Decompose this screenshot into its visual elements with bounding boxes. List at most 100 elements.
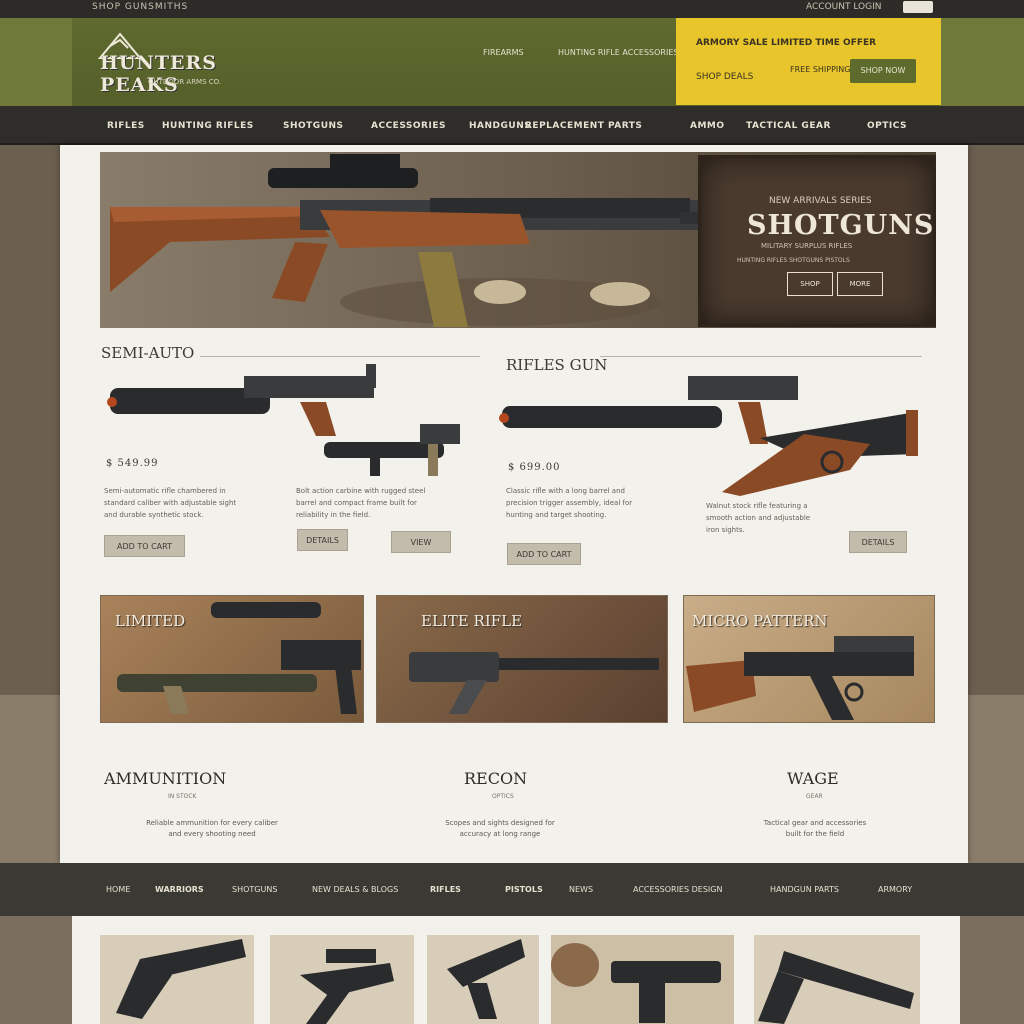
logo-tagline: OUTDOOR ARMS CO. <box>148 78 222 86</box>
category-tile-limited[interactable]: LIMITED <box>100 595 364 723</box>
hero-title: SHOTGUNS <box>747 210 935 241</box>
details-button-right[interactable]: DETAILS <box>849 531 907 553</box>
desc-line: barrel and compact frame built for <box>296 499 417 507</box>
product-description-left-a: Semi-automatic rifle chambered in standa… <box>104 485 236 521</box>
nav-item-shotguns[interactable]: SHOTGUNS <box>283 121 344 131</box>
feature-desc-recon: Scopes and sights designed for accuracy … <box>408 818 592 840</box>
footer-link-warriors[interactable]: WARRIORS <box>155 885 204 894</box>
feature-sub-ammunition: IN STOCK <box>168 793 197 800</box>
product-rifle-image-4[interactable] <box>720 408 920 500</box>
promo-banner: ARMORY SALE LIMITED TIME OFFER SHOP DEAL… <box>676 18 941 105</box>
desc-line: reliability in the field. <box>296 511 371 519</box>
feature-desc-ammunition: Reliable ammunition for every caliber an… <box>104 818 320 840</box>
feature-desc-wage: Tactical gear and accessories built for … <box>712 818 918 840</box>
product-description-right-b: Walnut stock rifle featuring a smooth ac… <box>706 500 810 536</box>
desc-line: Bolt action carbine with rugged steel <box>296 487 426 495</box>
thumbnail-handgun-4[interactable] <box>551 935 734 1024</box>
tile-label: LIMITED <box>115 612 186 630</box>
footer-link-handgun-parts[interactable]: HANDGUN PARTS <box>770 885 839 894</box>
hero-kicker: NEW ARRIVALS SERIES <box>769 196 872 206</box>
desc-line: iron sights. <box>706 526 745 534</box>
thumbnail-handgun-3[interactable] <box>427 935 539 1024</box>
desc-line: built for the field <box>785 830 845 838</box>
feature-title-wage: WAGE <box>787 769 839 788</box>
footer-link-news[interactable]: NEWS <box>569 885 593 894</box>
desc-line: and durable synthetic stock. <box>104 511 204 519</box>
hero-shop-button[interactable]: SHOP <box>787 272 833 296</box>
section-divider-right <box>600 356 922 357</box>
hero-sign: NEW ARRIVALS SERIES SHOTGUNS MILITARY SU… <box>698 155 936 327</box>
hero-subtext: HUNTING RIFLES SHOTGUNS PISTOLS <box>737 257 850 264</box>
handgun-image <box>758 951 914 1024</box>
desc-line: standard caliber with adjustable sight <box>104 499 237 507</box>
footer-link-pistols[interactable]: PISTOLS <box>505 885 543 894</box>
desc-line: Reliable ammunition for every caliber <box>146 819 278 827</box>
desc-line: Classic rifle with a long barrel and <box>506 487 625 495</box>
site-logo[interactable]: HUNTERS PEAKS OUTDOOR ARMS CO. <box>96 30 276 96</box>
add-to-cart-button-right[interactable]: ADD TO CART <box>507 543 581 565</box>
footer-link-armory[interactable]: ARMORY <box>878 885 912 894</box>
footer-link-accessories-design[interactable]: ACCESSORIES DESIGN <box>633 885 722 894</box>
main-nav: RIFLES HUNTING RIFLES SHOTGUNS ACCESSORI… <box>0 106 1024 145</box>
feature-sub-recon: OPTICS <box>492 793 514 800</box>
product-price-left: $ 549.99 <box>106 458 159 469</box>
nav-item-accessories[interactable]: ACCESSORIES <box>371 121 446 131</box>
feature-sub-wage: GEAR <box>806 793 823 800</box>
details-button-left[interactable]: DETAILS <box>297 529 348 551</box>
category-tile-elite-rifle[interactable]: ELITE RIFLE <box>376 595 668 723</box>
nav-item-replacement-parts[interactable]: REPLACEMENT PARTS <box>525 121 642 131</box>
header-link-accessories[interactable]: HUNTING RIFLE ACCESSORIES <box>558 48 678 57</box>
promo-headline: ARMORY SALE LIMITED TIME OFFER <box>696 38 877 48</box>
desc-line: precision trigger assembly, ideal for <box>506 499 633 507</box>
desc-line: Scopes and sights designed for <box>445 819 555 827</box>
nav-item-hunting-rifles[interactable]: HUNTING RIFLES <box>162 121 254 131</box>
desc-line: Tactical gear and accessories <box>763 819 867 827</box>
product-rifle-image-2[interactable] <box>320 414 470 480</box>
nav-item-optics[interactable]: OPTICS <box>867 121 907 131</box>
handgun-image <box>300 949 394 1024</box>
promo-offer: FREE SHIPPING <box>790 65 851 74</box>
thumbnail-handgun-1[interactable] <box>100 935 254 1024</box>
desc-line: accuracy at long range <box>459 830 541 838</box>
footer-link-deals-blogs[interactable]: NEW DEALS & BLOGS <box>312 885 398 894</box>
promo-shop-button[interactable]: SHOP NOW <box>850 59 916 83</box>
section-divider-left <box>200 356 480 357</box>
promo-subtext: SHOP DEALS <box>696 72 754 82</box>
thumbnail-handgun-5[interactable] <box>754 935 920 1024</box>
handgun-image <box>447 939 525 1019</box>
desc-line: and every shooting need <box>168 830 256 838</box>
cart-icon[interactable] <box>903 1 933 13</box>
nav-item-rifles[interactable]: RIFLES <box>107 121 145 131</box>
footer-link-rifles[interactable]: RIFLES <box>430 885 461 894</box>
footer-link-shotguns[interactable]: SHOTGUNS <box>232 885 277 894</box>
feature-title-ammunition: AMMUNITION <box>104 769 227 788</box>
logo-name: HUNTERS PEAKS <box>100 52 218 96</box>
footer-link-home[interactable]: HOME <box>106 885 130 894</box>
product-description-right-a: Classic rifle with a long barrel and pre… <box>506 485 632 521</box>
nav-item-tactical-gear[interactable]: TACTICAL GEAR <box>746 121 831 131</box>
product-price-right: $ 699.00 <box>508 462 561 473</box>
tile-label: ELITE RIFLE <box>421 612 523 630</box>
desc-line: hunting and target shooting. <box>506 511 607 519</box>
desc-line: Semi-automatic rifle chambered in <box>104 487 226 495</box>
feature-title-recon: RECON <box>464 769 528 788</box>
product-description-left-b: Bolt action carbine with rugged steel ba… <box>296 485 425 521</box>
header-link-firearms[interactable]: FIREARMS <box>483 48 524 57</box>
hero-more-button[interactable]: MORE <box>837 272 883 296</box>
hero-subtitle: MILITARY SURPLUS RIFLES <box>761 242 853 250</box>
nav-item-handguns[interactable]: HANDGUNS <box>469 121 531 131</box>
utility-right-text[interactable]: ACCOUNT LOGIN <box>806 2 881 12</box>
desc-line: smooth action and adjustable <box>706 514 811 522</box>
utility-left-text[interactable]: SHOP GUNSMITHS <box>92 2 188 12</box>
add-to-cart-button-left[interactable]: ADD TO CART <box>104 535 185 557</box>
desc-line: Walnut stock rifle featuring a <box>706 502 808 510</box>
utility-bar: SHOP GUNSMITHS ACCOUNT LOGIN <box>0 0 1024 18</box>
handgun-image <box>551 943 721 1023</box>
footer-nav: HOME WARRIORS SHOTGUNS NEW DEALS & BLOGS… <box>0 863 1024 916</box>
thumbnail-handgun-2[interactable] <box>270 935 414 1024</box>
handgun-image <box>116 939 246 1019</box>
view-button-left[interactable]: VIEW <box>391 531 451 553</box>
category-tile-micro-pattern[interactable]: MICRO PATTERN <box>683 595 935 723</box>
tile-label: MICRO PATTERN <box>692 612 828 630</box>
nav-item-ammo[interactable]: AMMO <box>690 121 725 131</box>
